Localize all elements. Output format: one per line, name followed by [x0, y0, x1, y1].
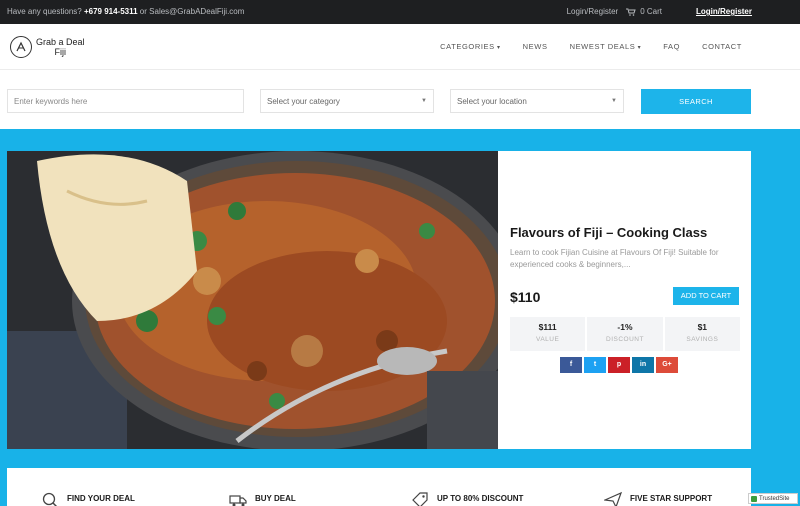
trusted-site-label: TrustedSite — [759, 495, 790, 502]
feature-find-label: FIND YOUR DEAL — [67, 493, 135, 503]
or-text: or — [139, 7, 147, 16]
deal-title[interactable]: Flavours of Fiji – Cooking Class — [510, 225, 707, 240]
stat-savings-number: $1 — [697, 322, 708, 332]
stat-savings: $1 SAVINGS — [664, 317, 740, 351]
add-to-cart-button[interactable]: ADD TO CART — [673, 287, 739, 305]
questions-text: Have any questions? — [7, 7, 82, 16]
stat-discount-number: -1% — [617, 322, 633, 332]
stat-value: $111 VALUE — [510, 317, 586, 351]
nav-categories[interactable]: CATEGORIES — [440, 42, 501, 51]
logo-line1: Grab a Deal — [36, 37, 85, 47]
food-photo-icon — [7, 151, 498, 449]
keywords-input[interactable]: Enter keywords here — [7, 89, 244, 113]
location-select-value: Select your location — [457, 97, 527, 106]
main-nav: CATEGORIES NEWS NEWEST DEALS FAQ CONTACT — [440, 42, 742, 51]
deal-stats: $111 VALUE -1% DISCOUNT $1 SAVINGS — [510, 317, 740, 351]
chevron-down-icon: ▼ — [421, 98, 427, 104]
account-links: Login/Register 0 Cart Login/Register — [567, 7, 752, 16]
feature-buy: BUY DEAL — [229, 487, 296, 506]
twitter-icon[interactable]: t — [584, 357, 606, 373]
login-register-link[interactable]: Login/Register — [567, 7, 619, 16]
site-logo[interactable]: Grab a Deal Fiji — [10, 36, 85, 58]
category-select[interactable]: Select your category ▼ — [260, 89, 434, 113]
linkedin-icon[interactable]: in — [632, 357, 654, 373]
nav-contact[interactable]: CONTACT — [702, 42, 742, 51]
nav-faq[interactable]: FAQ — [663, 42, 680, 51]
share-buttons: f t p in G+ — [560, 357, 678, 373]
truck-icon — [229, 495, 247, 506]
cart-link[interactable]: 0 Cart — [626, 7, 662, 16]
stat-discount-label: DISCOUNT — [606, 336, 644, 343]
deal-description: Learn to cook Fijian Cuisine at Flavours… — [510, 248, 719, 269]
feature-discount-label: UP TO 80% DISCOUNT — [437, 493, 524, 503]
search-icon — [42, 492, 58, 506]
stat-value-number: $111 — [538, 322, 557, 332]
search-button[interactable]: SEARCH — [641, 89, 751, 114]
featured-deal-card: Flavours of Fiji – Cooking Class Learn t… — [7, 151, 751, 449]
cart-label: 0 Cart — [640, 7, 662, 16]
feature-find: FIND YOUR DEAL — [41, 487, 135, 506]
phone-number[interactable]: +679 914-5311 — [84, 7, 138, 16]
paper-plane-icon — [604, 491, 622, 506]
tag-icon — [412, 492, 428, 506]
stat-discount: -1% DISCOUNT — [587, 317, 663, 351]
logo-text: Grab a Deal Fiji — [36, 37, 85, 57]
feature-buy-label: BUY DEAL — [255, 493, 296, 503]
category-select-value: Select your category — [267, 97, 340, 106]
feature-discount: UP TO 80% DISCOUNT — [411, 487, 523, 506]
check-shield-icon — [751, 495, 757, 502]
logo-badge-icon — [10, 36, 32, 58]
logo-line2: Fiji — [54, 47, 67, 57]
chevron-down-icon: ▼ — [611, 98, 617, 104]
search-bar: Enter keywords here Select your category… — [0, 70, 800, 129]
email-link[interactable]: Sales@GrabADealFiji.com — [149, 7, 244, 16]
feature-support-label: FIVE STAR SUPPORT — [630, 493, 713, 503]
nav-news[interactable]: NEWS — [523, 42, 548, 51]
top-bar: Have any questions? +679 914-5311 or Sal… — [0, 0, 800, 24]
google-plus-icon[interactable]: G+ — [656, 357, 678, 373]
facebook-icon[interactable]: f — [560, 357, 582, 373]
deal-price: $110 — [510, 289, 541, 305]
deal-info: Flavours of Fiji – Cooking Class Learn t… — [510, 151, 743, 449]
login-register-bold-link[interactable]: Login/Register — [696, 7, 752, 16]
stat-value-label: VALUE — [535, 336, 560, 343]
deal-image[interactable] — [7, 151, 498, 449]
feature-support: FIVE STAR SUPPORT — [604, 487, 712, 506]
location-select[interactable]: Select your location ▼ — [450, 89, 624, 113]
stat-savings-label: SAVINGS — [686, 336, 719, 343]
contact-info: Have any questions? +679 914-5311 or Sal… — [7, 7, 244, 16]
cart-icon — [626, 8, 636, 16]
pinterest-icon[interactable]: p — [608, 357, 630, 373]
site-header: Grab a Deal Fiji CATEGORIES NEWS NEWEST … — [0, 24, 800, 70]
nav-newest-deals[interactable]: NEWEST DEALS — [570, 42, 642, 51]
trusted-site-badge[interactable]: TrustedSite — [748, 493, 798, 504]
features-strip: FIND YOUR DEAL BUY DEAL UP TO 80% DISCOU… — [7, 468, 751, 506]
